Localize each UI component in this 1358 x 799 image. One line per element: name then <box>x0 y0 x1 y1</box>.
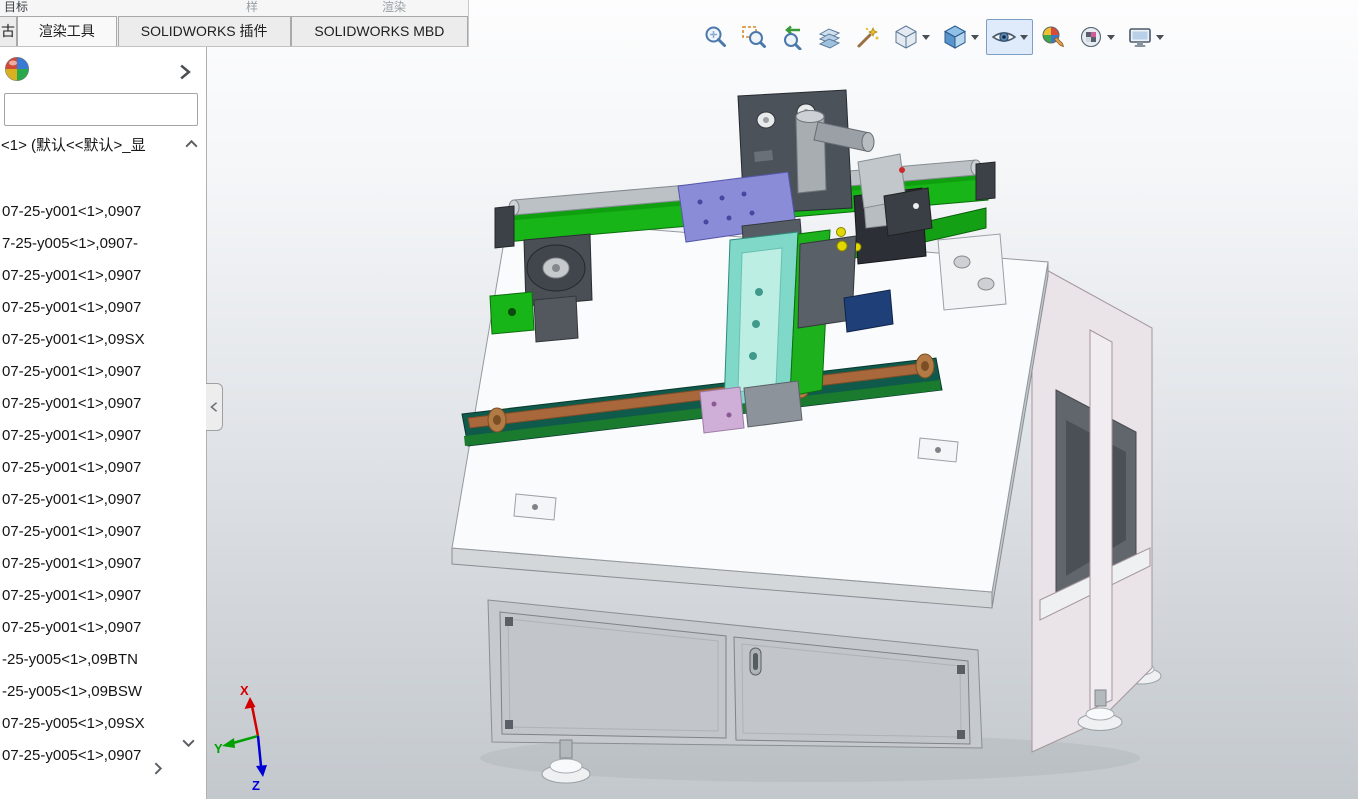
corner-bracket[interactable] <box>938 234 1006 310</box>
mounting-pad[interactable] <box>918 438 958 462</box>
tree-item[interactable]: 07-25-y001<1>,0907 <box>0 356 207 388</box>
tab-evaluate-partial[interactable]: 古 <box>0 16 17 46</box>
mounting-pad[interactable] <box>514 494 556 520</box>
ribbon-group-label: 目标 <box>4 0 28 15</box>
panel-flyout-tab[interactable] <box>206 383 223 431</box>
dropdown-caret[interactable] <box>971 35 979 40</box>
dynamic-annotation-views-icon <box>855 24 881 50</box>
tree-item[interactable]: -25-y005<1>,09BTN <box>0 644 207 676</box>
tree-item[interactable]: 07-25-y005<1>,09SX <box>0 708 207 740</box>
collapse-chevron-icon <box>208 401 220 413</box>
view-settings-icon <box>1127 24 1153 50</box>
tree-item[interactable]: 07-25-y001<1>,0907 <box>0 260 207 292</box>
tree-item[interactable]: 07-25-y001<1>,09SX <box>0 324 207 356</box>
tree-search-input[interactable] <box>4 93 198 126</box>
feature-tree-panel: <1> (默认<<默认>_显 07-25-y001<1>,0907 7-25-y… <box>0 47 207 799</box>
section-view-icon <box>817 24 843 50</box>
zoom-to-fit-icon <box>703 24 729 50</box>
apply-scene-button[interactable] <box>1073 19 1120 55</box>
previous-view-icon <box>779 24 805 50</box>
tree-item[interactable]: -25-y005<1>,09BSW <box>0 676 207 708</box>
view-orientation-icon <box>942 24 968 50</box>
view-settings-button[interactable] <box>1122 19 1169 55</box>
tree-item[interactable]: 07-25-y001<1>,0907 <box>0 612 207 644</box>
tree-item-list: 07-25-y001<1>,0907 7-25-y005<1>,0907- 07… <box>0 196 207 772</box>
ribbon-group-label: 样 <box>246 0 258 15</box>
ribbon-strip: 目标 样 渲染 <box>0 0 468 16</box>
tree-item[interactable]: 07-25-y001<1>,0907 <box>0 452 207 484</box>
tree-item[interactable]: 07-25-y001<1>,0907 <box>0 292 207 324</box>
scroll-down-chevron-icon[interactable] <box>181 735 196 755</box>
tree-root-item[interactable]: <1> (默认<<默认>_显 <box>1 132 184 160</box>
zoom-to-area-icon <box>741 24 767 50</box>
tab-render-tools[interactable]: 渲染工具 <box>17 16 117 46</box>
zoom-to-fit-button[interactable] <box>698 19 734 55</box>
tab-solidworks-addins[interactable]: SOLIDWORKS 插件 <box>118 16 291 46</box>
right-side-frame[interactable] <box>1032 262 1152 752</box>
triad-x-label: X <box>240 683 249 698</box>
ribbon-group-label: 渲染 <box>382 0 406 15</box>
triad-y-label: Y <box>214 741 223 756</box>
triad-z-label: Z <box>252 778 260 793</box>
tab-solidworks-mbd[interactable]: SOLIDWORKS MBD <box>291 16 468 46</box>
dropdown-caret[interactable] <box>1020 35 1028 40</box>
dropdown-caret[interactable] <box>1156 35 1164 40</box>
commandmanager-tabbar: 古 渲染工具 SOLIDWORKS 插件 SOLIDWORKS MBD <box>0 16 468 47</box>
tree-item[interactable]: 07-25-y005<1>,0907 <box>0 740 207 772</box>
tree-item[interactable]: 07-25-y001<1>,0907 <box>0 548 207 580</box>
display-style-button[interactable] <box>888 19 935 55</box>
orientation-triad: X Y Z <box>214 683 267 793</box>
scroll-right-chevron-icon[interactable] <box>150 761 165 781</box>
tree-item[interactable]: 07-25-y001<1>,0907 <box>0 420 207 452</box>
dynamic-annotation-views-button[interactable] <box>850 19 886 55</box>
tree-item[interactable]: 07-25-y001<1>,0907 <box>0 388 207 420</box>
tree-item[interactable]: 07-25-y001<1>,0907 <box>0 484 207 516</box>
heads-up-toolbar <box>698 17 1169 57</box>
tree-item[interactable]: 07-25-y001<1>,0907 <box>0 196 207 228</box>
tree-item[interactable]: 7-25-y005<1>,0907- <box>0 228 207 260</box>
ribbon-header: 目标 样 渲染 古 渲染工具 SOLIDWORKS 插件 SOLIDWORKS … <box>0 0 469 47</box>
dropdown-caret[interactable] <box>1107 35 1115 40</box>
panel-expand-chevron-icon[interactable] <box>176 63 194 86</box>
edit-appearance-button[interactable] <box>1035 19 1071 55</box>
view-orientation-button[interactable] <box>937 19 984 55</box>
tree-item[interactable]: 07-25-y001<1>,0907 <box>0 516 207 548</box>
apply-scene-icon <box>1078 24 1104 50</box>
dropdown-caret[interactable] <box>922 35 930 40</box>
section-view-button[interactable] <box>812 19 848 55</box>
display-manager-icon[interactable] <box>3 55 31 88</box>
hide-show-items-button[interactable] <box>986 19 1033 55</box>
cabinet[interactable] <box>488 600 982 748</box>
edit-appearance-icon <box>1040 24 1066 50</box>
display-style-icon <box>893 24 919 50</box>
zoom-to-area-button[interactable] <box>736 19 772 55</box>
tree-item[interactable]: 07-25-y001<1>,0907 <box>0 580 207 612</box>
previous-view-button[interactable] <box>774 19 810 55</box>
scroll-up-chevron-icon[interactable] <box>184 137 199 157</box>
green-pad[interactable] <box>490 292 534 334</box>
hide-show-items-icon <box>991 24 1017 50</box>
